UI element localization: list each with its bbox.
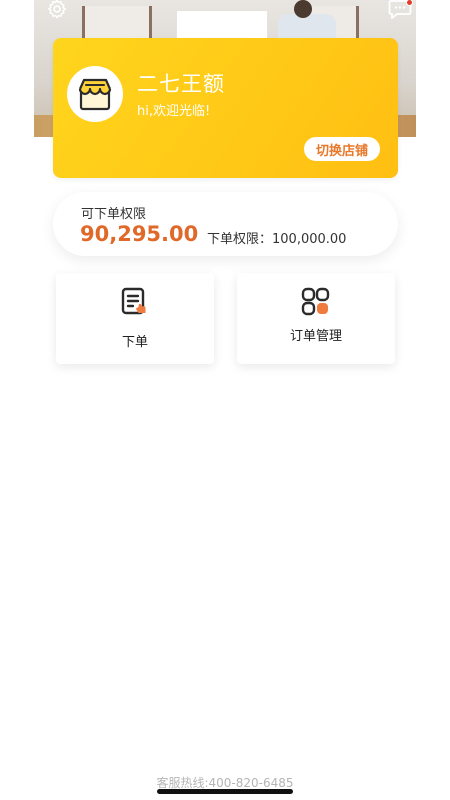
available-limit-label: 可下单权限 <box>81 207 147 222</box>
store-card: 二七王额 hi,欢迎光临! 切换店铺 <box>53 38 398 178</box>
gear-icon <box>48 0 66 19</box>
place-order-tile[interactable]: 下单 <box>56 273 214 364</box>
store-avatar <box>67 66 123 122</box>
welcome-text: hi,欢迎光临! <box>137 104 211 119</box>
settings-button[interactable] <box>44 0 70 20</box>
banner-person-head <box>294 0 312 18</box>
order-manage-icon <box>301 287 330 316</box>
messages-button[interactable] <box>386 0 414 20</box>
home-indicator <box>157 789 293 794</box>
order-limit-card: 可下单权限 90,295.00 下单权限：100,000.00 <box>53 192 398 256</box>
total-limit-text: 下单权限：100,000.00 <box>207 232 347 247</box>
store-name: 二七王额 <box>137 72 225 96</box>
switch-store-button[interactable]: 切换店铺 <box>304 137 380 161</box>
order-form-icon <box>121 287 146 315</box>
order-management-tile[interactable]: 订单管理 <box>237 273 395 364</box>
available-limit-value: 90,295.00 <box>80 222 199 246</box>
place-order-label: 下单 <box>121 335 148 350</box>
store-icon <box>78 78 112 111</box>
order-management-label: 订单管理 <box>289 329 342 344</box>
